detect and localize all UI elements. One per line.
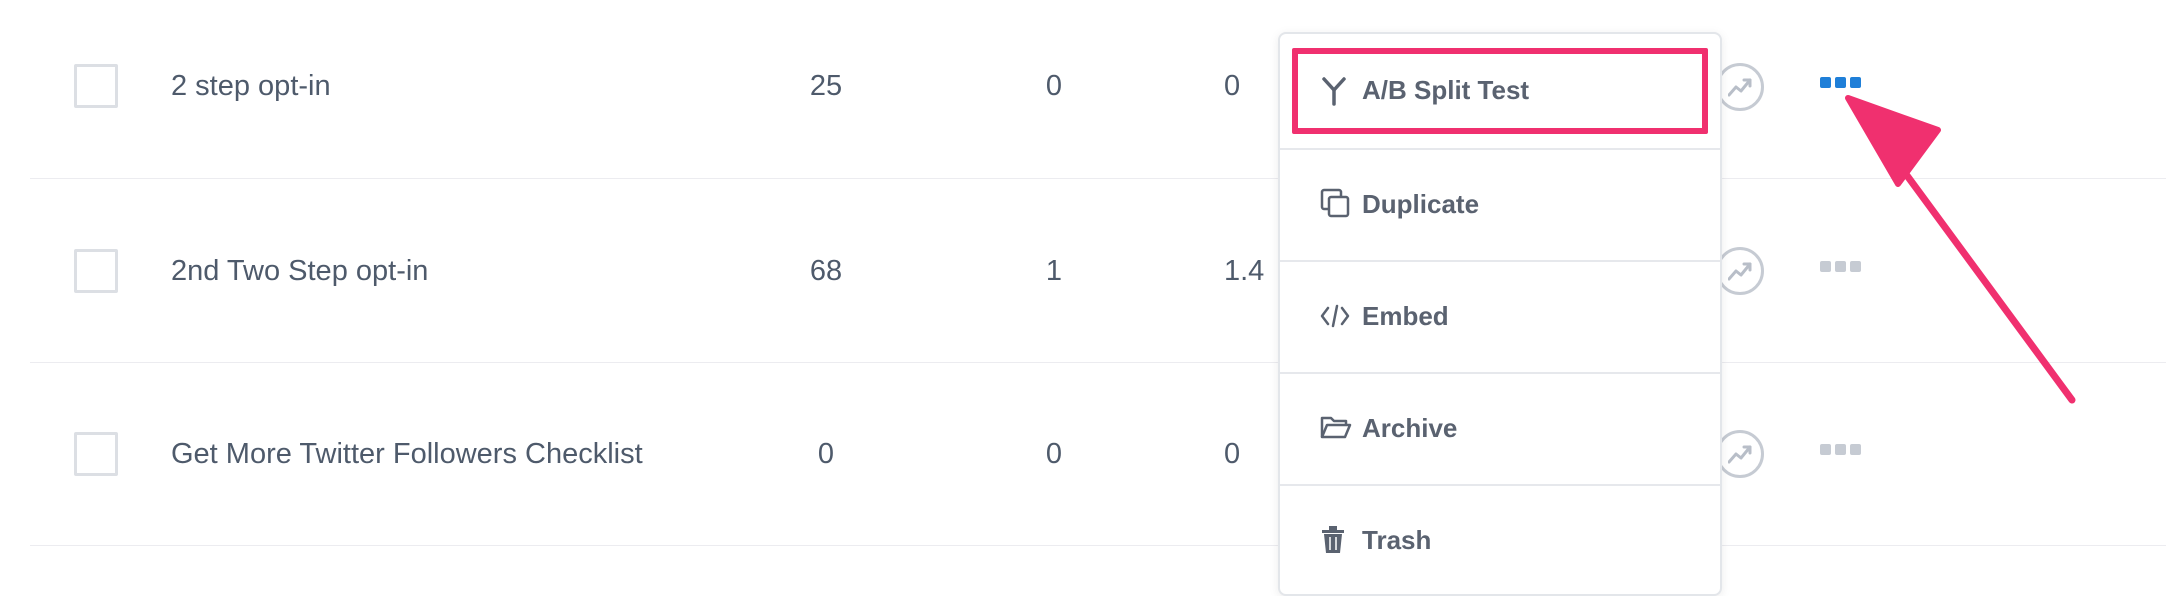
visits-count: 68 [809, 255, 843, 287]
conversions-count: 1 [1045, 255, 1063, 287]
trash-icon [1320, 526, 1346, 559]
campaign-name[interactable]: 2 step opt-in [171, 70, 331, 103]
campaign-name[interactable]: 2nd Two Step opt-in [171, 255, 428, 288]
menu-item-label: Archive [1362, 413, 1458, 443]
more-options-button[interactable] [1820, 444, 1862, 458]
menu-item-ab-split-test[interactable]: A/B Split Test [1280, 34, 1720, 150]
actions-dropdown-menu: A/B Split Test Duplicate Embed Archive T… [1278, 32, 1722, 596]
stats-chart-icon[interactable] [1716, 430, 1764, 478]
duplicate-icon [1320, 188, 1350, 223]
menu-item-label: Duplicate [1362, 189, 1480, 219]
stats-chart-icon[interactable] [1716, 63, 1764, 111]
menu-item-label: Embed [1362, 301, 1449, 331]
menu-item-duplicate[interactable]: Duplicate [1280, 148, 1720, 262]
annotation-highlight-box [1292, 48, 1708, 134]
code-icon [1320, 304, 1350, 333]
annotation-arrow-icon [1845, 95, 2076, 404]
menu-item-label: Trash [1362, 525, 1432, 555]
menu-item-archive[interactable]: Archive [1280, 372, 1720, 486]
visits-count: 25 [809, 70, 843, 102]
campaign-name[interactable]: Get More Twitter Followers Checklist [171, 438, 643, 471]
conversions-count: 0 [1045, 70, 1063, 102]
menu-item-embed[interactable]: Embed [1280, 260, 1720, 374]
folder-icon [1320, 415, 1352, 446]
row-checkbox[interactable] [74, 64, 118, 108]
visits-count: 0 [817, 438, 835, 470]
menu-item-trash[interactable]: Trash [1280, 484, 1720, 596]
stats-chart-icon[interactable] [1716, 247, 1764, 295]
row-checkbox[interactable] [74, 249, 118, 293]
conversions-count: 0 [1045, 438, 1063, 470]
row-checkbox[interactable] [74, 432, 118, 476]
